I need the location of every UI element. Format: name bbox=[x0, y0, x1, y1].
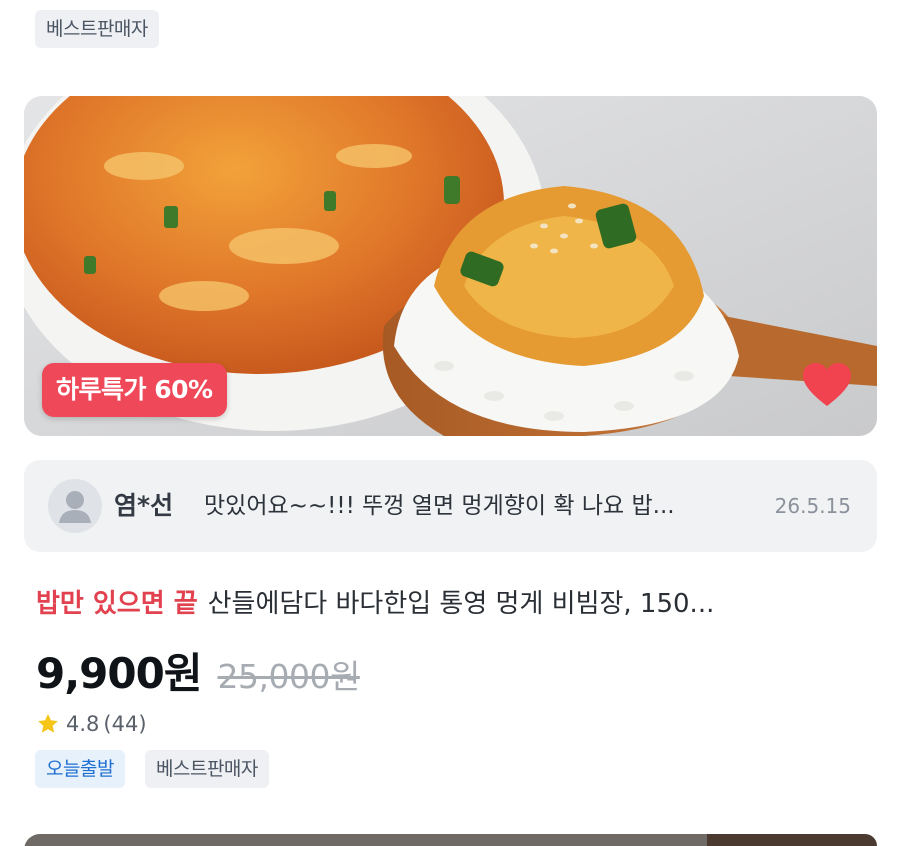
price-row: 9,900원 25,000원 bbox=[36, 640, 361, 698]
top-seller-tag: 베스트판매자 bbox=[35, 10, 159, 48]
next-product-image[interactable] bbox=[24, 834, 877, 846]
product-title[interactable]: 밥만 있으면 끝 산들에담다 바다한입 통영 멍게 비빔장, 150... bbox=[36, 584, 876, 624]
review-date: 26.5.15 bbox=[774, 494, 851, 518]
daily-deal-badge: 하루특가 60% bbox=[42, 363, 227, 417]
rating-value: 4.8 bbox=[66, 712, 100, 736]
next-product-photo-detail bbox=[707, 834, 877, 846]
product-highlight: 밥만 있으면 끝 bbox=[36, 589, 198, 619]
heart-icon bbox=[803, 363, 851, 406]
rating-row: 4.8 (44) bbox=[36, 710, 147, 738]
sale-price: 9,900원 bbox=[36, 649, 202, 698]
review-preview[interactable]: 염*선 맛있어요~~!!! 뚜껑 열면 멍게향이 확 나요 밥... 26.5.… bbox=[24, 460, 877, 552]
same-day-shipping-tag: 오늘출발 bbox=[35, 750, 125, 788]
user-avatar-icon bbox=[48, 479, 102, 533]
original-price: 25,000원 bbox=[217, 657, 361, 696]
star-icon bbox=[38, 714, 58, 733]
review-text: 맛있어요~~!!! 뚜껑 열면 멍게향이 확 나요 밥... bbox=[204, 493, 675, 519]
product-name: 산들에담다 바다한입 통영 멍게 비빔장, 150... bbox=[207, 589, 715, 619]
best-seller-tag: 베스트판매자 bbox=[145, 750, 269, 788]
review-author: 염*선 bbox=[114, 491, 174, 520]
favorite-button[interactable] bbox=[800, 360, 854, 410]
rating-count: (44) bbox=[103, 712, 147, 736]
